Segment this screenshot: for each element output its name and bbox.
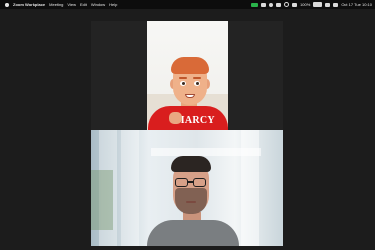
menu-window[interactable]: Window [91,2,105,7]
wifi-icon[interactable] [292,2,298,7]
menu-app-name[interactable]: Zoom Workplace [13,2,45,7]
control-center-icon[interactable] [333,2,339,7]
menu-meeting[interactable]: Meeting [49,2,63,7]
menu-edit[interactable]: Edit [80,2,87,7]
menu-view[interactable]: View [67,2,76,7]
menu-help[interactable]: Help [109,2,117,7]
battery-percent: 100% [300,1,311,7]
clock[interactable]: Oct 17 Tue 10:10 [341,2,372,7]
avatar-brow-left [179,77,187,79]
apple-logo-icon[interactable] [5,2,9,7]
participant-tile-camera[interactable] [91,130,283,246]
screen-share-icon[interactable] [261,2,267,7]
person-hair [171,156,211,172]
person-shirt [147,220,239,246]
background-window [121,130,139,246]
status-area: 100% Oct 17 Tue 10:10 [251,0,372,9]
recording-icon[interactable] [269,2,274,7]
glasses-lens-right [193,178,206,187]
background-ceiling-light [151,148,261,156]
person-glasses [173,178,209,188]
zoom-meeting-status-icon[interactable] [251,2,259,7]
participant-tile-avatar[interactable]: MARCY [91,21,283,132]
avatar-hair [171,57,209,74]
background-plants [91,170,113,230]
meeting-stage: MARCY [0,9,375,250]
menu-bar: Zoom Workplace Meeting View Edit Window … [0,0,375,9]
battery-icon[interactable] [313,2,323,7]
chat-icon[interactable] [276,2,282,7]
search-icon[interactable] [325,2,331,7]
avatar-hand [169,112,182,124]
person-mouth [186,201,196,203]
avatar-brow-right [193,77,201,79]
avatar-eye-right [194,81,200,86]
focus-icon[interactable] [284,2,290,7]
avatar-eye-left [180,81,186,86]
glasses-lens-left [175,178,188,187]
